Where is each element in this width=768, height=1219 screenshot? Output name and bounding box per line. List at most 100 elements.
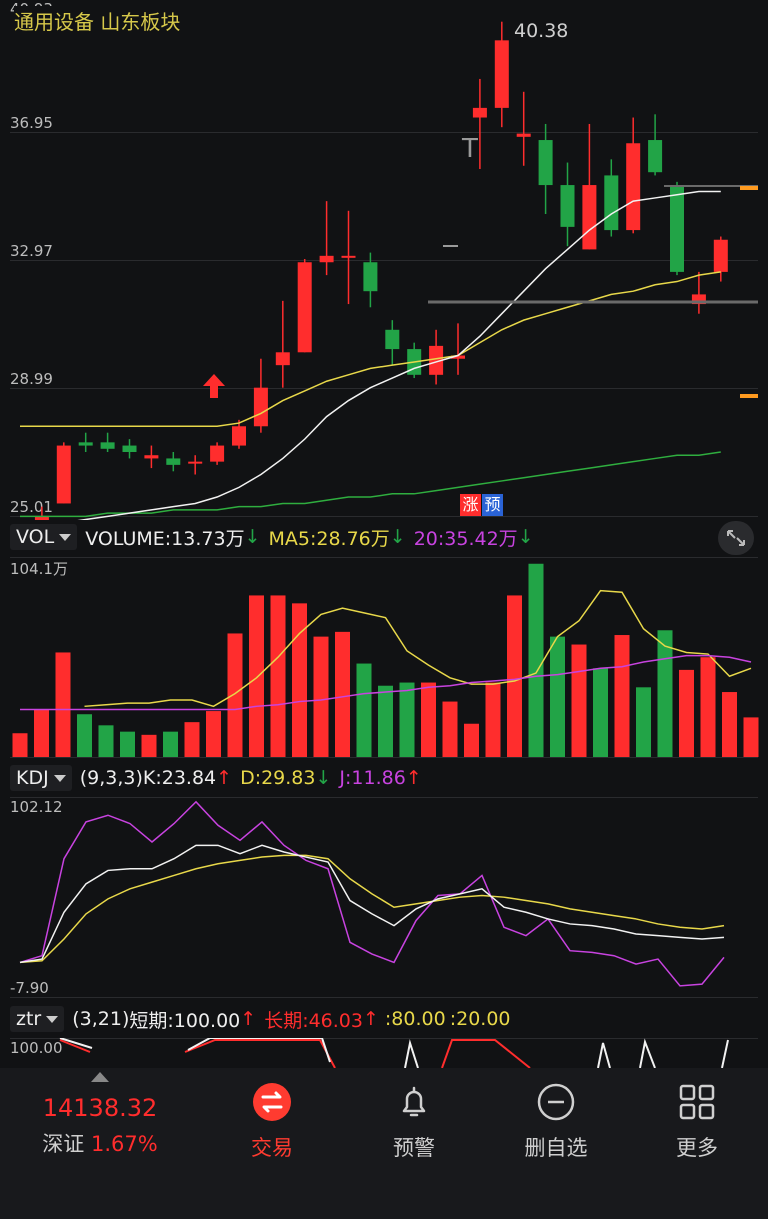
volume-value: VOLUME:13.73万 bbox=[85, 527, 245, 550]
volume-ma5: MA5:28.76万 bbox=[268, 527, 390, 550]
candle bbox=[188, 461, 203, 464]
candle bbox=[56, 445, 71, 504]
volume-bar bbox=[722, 692, 737, 757]
volume-bar bbox=[356, 663, 372, 757]
volume-bar bbox=[335, 631, 350, 757]
candle bbox=[210, 445, 225, 462]
volume-bar bbox=[292, 603, 307, 757]
kdj-k-line bbox=[19, 844, 725, 964]
volume-bar bbox=[184, 722, 200, 757]
volume-bar bbox=[700, 657, 716, 757]
nav-remove-watchlist[interactable]: 删自选 bbox=[496, 1082, 616, 1162]
fullscreen-button[interactable] bbox=[718, 521, 754, 555]
volume-bar bbox=[679, 669, 694, 757]
candle bbox=[494, 40, 509, 108]
volume-bar bbox=[571, 644, 587, 757]
candle bbox=[670, 185, 684, 272]
volume-bar bbox=[614, 635, 630, 757]
gridline bbox=[10, 757, 758, 758]
index-name: 深证 bbox=[42, 1132, 85, 1156]
ztr-chart bbox=[59, 1038, 729, 1068]
volume-bar bbox=[593, 668, 608, 757]
volume-bar bbox=[657, 630, 673, 757]
volume-bar bbox=[12, 733, 28, 757]
volume-bar bbox=[249, 595, 264, 757]
up-arrow-icon: ↑ bbox=[405, 767, 422, 789]
nav-more-label: 更多 bbox=[676, 1136, 718, 1160]
candle bbox=[713, 239, 728, 272]
up-arrow-icon: ↑ bbox=[240, 1008, 257, 1030]
chevron-down-icon bbox=[46, 1015, 59, 1023]
ztr-indicator-selector[interactable]: ztr bbox=[10, 1006, 65, 1032]
kdj-d-line bbox=[19, 854, 725, 964]
chevron-down-icon bbox=[59, 533, 72, 541]
ztr-level-20: :20.00 bbox=[449, 1008, 511, 1030]
volume-bar bbox=[77, 714, 92, 757]
candle bbox=[78, 442, 93, 446]
kdj-selector-label: KDJ bbox=[16, 767, 49, 789]
candle bbox=[253, 387, 268, 427]
candle bbox=[341, 255, 356, 258]
ztr-level-80: :80.00 bbox=[384, 1008, 446, 1030]
minus-circle-icon bbox=[537, 1083, 575, 1121]
grid-icon bbox=[679, 1084, 715, 1120]
ztr-long: 长期:46.03 bbox=[264, 1009, 363, 1032]
kdj-params: (9,3,3) bbox=[79, 767, 143, 789]
nav-alert-label: 预警 bbox=[393, 1136, 435, 1160]
ma-line-white bbox=[77, 190, 721, 520]
ztr-selector-label: ztr bbox=[16, 1008, 42, 1030]
candle bbox=[166, 458, 181, 465]
candle bbox=[319, 255, 334, 263]
volume-bar bbox=[378, 685, 393, 757]
volume-bar bbox=[227, 633, 243, 757]
nav-remove-watchlist-label: 删自选 bbox=[524, 1136, 588, 1160]
volume-indicator-selector[interactable]: VOL bbox=[10, 524, 78, 550]
kdj-d: D:29.83 bbox=[240, 767, 316, 789]
volume-bar bbox=[507, 595, 522, 757]
volume-bar bbox=[206, 711, 221, 757]
yu-badge[interactable]: 预 bbox=[482, 494, 503, 516]
nav-trade-label: 交易 bbox=[251, 1136, 293, 1160]
price-pane[interactable]: 40.93 通用设备 山东板块 36.95 32.97 28.99 25.01 … bbox=[0, 0, 768, 520]
candle bbox=[516, 133, 531, 137]
volume-bar bbox=[120, 731, 135, 757]
nav-alert[interactable]: 预警 bbox=[354, 1082, 474, 1162]
down-arrow-icon: ↓ bbox=[517, 526, 534, 548]
candle bbox=[385, 329, 400, 350]
volume-bar bbox=[141, 734, 157, 757]
ztr-short: 短期:100.00 bbox=[129, 1009, 241, 1032]
ztr-params: (3,21) bbox=[72, 1008, 130, 1030]
trade-icon bbox=[253, 1083, 291, 1121]
up-arrow-icon: ↑ bbox=[216, 767, 233, 789]
kdj-indicator-selector[interactable]: KDJ bbox=[10, 765, 72, 791]
nav-more[interactable]: 更多 bbox=[637, 1082, 757, 1162]
up-arrow-icon: ↑ bbox=[362, 1008, 379, 1030]
volume-ma20: 20:35.42万 bbox=[413, 527, 518, 550]
expand-icon bbox=[727, 530, 745, 546]
buy-arrow-icon bbox=[203, 374, 225, 402]
candle bbox=[626, 143, 641, 231]
candle bbox=[275, 352, 290, 366]
gridline bbox=[10, 997, 758, 998]
candle bbox=[538, 140, 553, 186]
volume-chart bbox=[12, 563, 759, 757]
ztr-header: ztr (3,21) 短期:100.00 ↑ 长期:46.03 ↑ :80.00… bbox=[0, 1002, 768, 1036]
volume-bar bbox=[270, 595, 286, 757]
index-ticker[interactable]: 14138.32 深证 1.67% bbox=[20, 1068, 180, 1168]
volume-selector-label: VOL bbox=[16, 526, 55, 548]
candle bbox=[122, 445, 137, 452]
index-value: 14138.32 bbox=[42, 1094, 158, 1122]
kdj-header: KDJ (9,3,3) K:23.84 ↑ D:29.83 ↓ J:11.86 … bbox=[0, 761, 768, 795]
orange-tick-marker bbox=[740, 186, 758, 190]
candle bbox=[560, 185, 575, 227]
zhang-badge[interactable]: 涨 bbox=[460, 494, 481, 516]
candle bbox=[232, 426, 246, 446]
candlestick-chart bbox=[20, 21, 758, 520]
kdj-chart bbox=[19, 800, 725, 987]
nav-trade[interactable]: 交易 bbox=[212, 1082, 332, 1162]
volume-bar bbox=[743, 717, 759, 757]
down-arrow-icon: ↓ bbox=[244, 526, 261, 548]
candle bbox=[363, 262, 378, 292]
kdj-j: J:11.86 bbox=[339, 767, 406, 789]
volume-bar bbox=[636, 687, 651, 757]
